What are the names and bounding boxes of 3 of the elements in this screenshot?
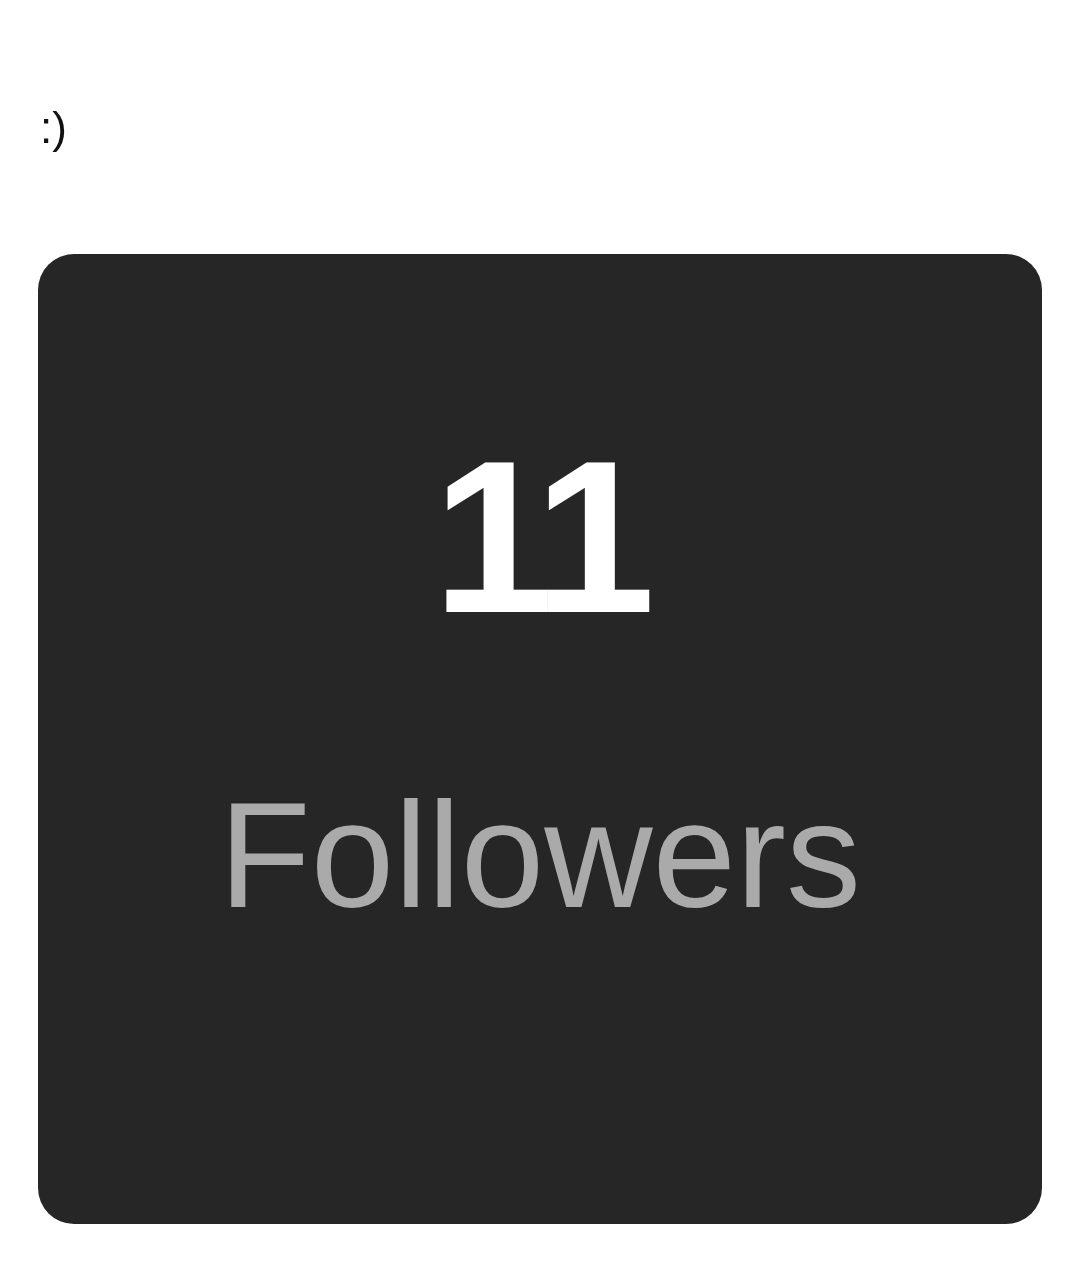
followers-label: Followers xyxy=(219,770,861,940)
follower-count: 11 xyxy=(432,422,648,652)
caption: :) xyxy=(40,102,67,154)
